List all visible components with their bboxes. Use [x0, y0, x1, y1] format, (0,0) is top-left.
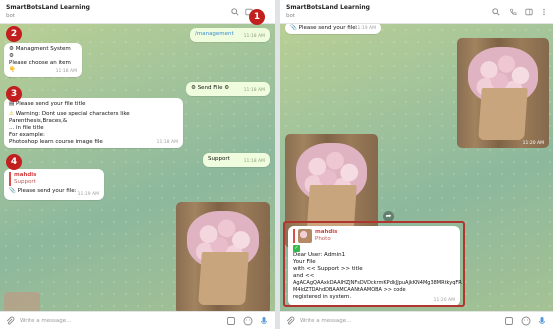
- message-text: Send File: [197, 85, 223, 91]
- message-line: ... in file title: [9, 125, 44, 131]
- message-time: 11:18 AM: [243, 159, 265, 164]
- step-badge-2: 2: [6, 26, 22, 42]
- message-time: 11:20 AM: [522, 141, 544, 146]
- reply-quote[interactable]: mahdis Support: [9, 172, 99, 186]
- message-line: ⚠ Warning: Dont use special characters l…: [9, 111, 178, 125]
- gear-icon: ⚙: [9, 53, 14, 59]
- photo-thumbnail[interactable]: [4, 292, 40, 311]
- photo-message[interactable]: [176, 202, 270, 311]
- wrapping-paper: [478, 87, 528, 140]
- gear-icon: ⚙: [191, 85, 196, 91]
- paperclip-icon[interactable]: [5, 316, 15, 326]
- right-chat-window: SmartBotsLand Learning bot 📎 Please send…: [280, 0, 553, 329]
- message-time: 11:18 AM: [243, 34, 265, 39]
- paperclip-icon: 📎: [290, 25, 297, 31]
- chat-header: SmartBotsLand Learning bot: [280, 0, 553, 24]
- step-badge-3: 3: [6, 86, 22, 102]
- message-in[interactable]: ▤ Please send your file title ⚠ Warning:…: [4, 98, 183, 148]
- sidebar-icon[interactable]: [525, 8, 533, 16]
- microphone-icon[interactable]: [259, 316, 269, 326]
- message-in[interactable]: mahdis Support 📎 Please send your file: …: [4, 169, 104, 200]
- message-line: For example:: [9, 132, 45, 138]
- paperclip-icon[interactable]: [285, 316, 295, 326]
- phone-icon[interactable]: [509, 8, 517, 16]
- chat-subtitle: bot: [286, 13, 296, 19]
- message-text: Managment System: [15, 46, 71, 52]
- message-time: 11:18 AM: [156, 140, 178, 145]
- step-badge-1: 1: [249, 9, 265, 25]
- message-composer: Write a message...: [280, 311, 553, 329]
- chat-title: SmartBotsLand Learning: [286, 4, 370, 11]
- message-list[interactable]: /management 11:18 AM ⚙ Managment System …: [0, 24, 275, 311]
- message-list[interactable]: 📎 Please send your file: 11:19 AM 11:20 …: [280, 24, 553, 311]
- bot-commands-icon[interactable]: [504, 316, 514, 326]
- message-composer: Write a message...: [0, 311, 275, 329]
- chat-subtitle: bot: [6, 13, 16, 19]
- message-time: 11:18 AM: [243, 88, 265, 93]
- message-in[interactable]: ⚙ Managment System ⚙ Please choose an it…: [4, 43, 82, 80]
- message-line: .: [9, 74, 11, 80]
- message-text: Please choose an item: [9, 60, 71, 66]
- emoji-icon[interactable]: [243, 316, 253, 326]
- message-out[interactable]: ⚙ Send File ⚙ 11:18 AM: [186, 82, 270, 96]
- message-text: Please send your file title: [15, 101, 86, 107]
- emoji-icon[interactable]: [521, 316, 531, 326]
- quote-text: Support: [14, 179, 36, 185]
- left-chat-window: SmartBotsLand Learning bot /management 1…: [0, 0, 275, 329]
- command-text: /management: [195, 31, 234, 37]
- message-line: ⚙ Managment System ⚙: [9, 46, 77, 60]
- message-out[interactable]: /management 11:18 AM: [190, 28, 270, 42]
- paperclip-icon: 📎: [9, 188, 16, 194]
- microphone-icon[interactable]: [537, 316, 547, 326]
- bot-commands-icon[interactable]: [226, 316, 236, 326]
- more-options-icon[interactable]: [540, 8, 548, 16]
- message-time: 11:19 AM: [354, 26, 376, 31]
- message-input[interactable]: Write a message...: [300, 318, 351, 324]
- chat-header: SmartBotsLand Learning bot: [0, 0, 275, 24]
- message-time: 11:19 AM: [77, 192, 99, 197]
- pointing-hand-icon: 👇: [9, 67, 16, 73]
- message-time: 11:18 AM: [55, 69, 77, 74]
- message-out[interactable]: Support 11:18 AM: [203, 153, 270, 167]
- message-line: ▤ Please send your file title: [9, 101, 178, 108]
- highlight-box: [283, 221, 465, 307]
- wrapping-paper: [197, 252, 249, 306]
- message-input[interactable]: Write a message...: [20, 318, 71, 324]
- message-line: Photoshop learn course image file: [9, 139, 103, 145]
- photo-message[interactable]: 11:20 AM: [457, 38, 549, 148]
- step-badge-4: 4: [6, 154, 22, 170]
- message-text: Please send your file:: [298, 25, 358, 31]
- quote-author: mahdis: [14, 172, 37, 178]
- message-text: Support: [208, 156, 230, 162]
- gear-icon: ⚙: [9, 46, 14, 52]
- search-icon[interactable]: [231, 8, 239, 16]
- search-icon[interactable]: [492, 8, 500, 16]
- message-text: Please send your file:: [17, 188, 77, 194]
- message-in[interactable]: 📎 Please send your file: 11:19 AM: [285, 24, 381, 34]
- warning-icon: ⚠: [9, 111, 14, 117]
- chat-title: SmartBotsLand Learning: [6, 4, 90, 11]
- message-text: Warning: Dont use special characters lik…: [9, 111, 130, 124]
- gear-icon: ⚙: [224, 85, 230, 91]
